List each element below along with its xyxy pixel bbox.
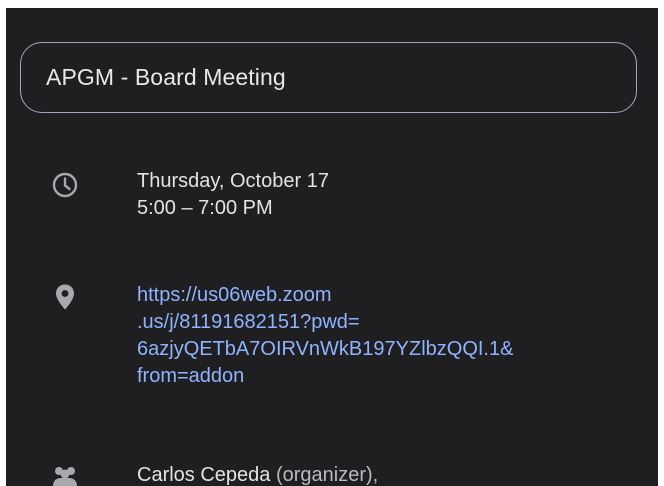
link-line-4: from=addon (137, 365, 245, 387)
zoom-link[interactable]: https://us06web.zoom .us/j/81191682151?p… (137, 282, 513, 390)
organizer-name[interactable]: Carlos Cepeda (137, 464, 270, 486)
clock-icon (52, 172, 78, 198)
link-line-3: 6azjyQETbA7OIRVnWkB197YZlbzQQI.1& (137, 338, 514, 360)
event-details-panel: APGM - Board Meeting Thursday, October 1… (6, 8, 658, 486)
link-line-1: https://us06web.zoom (137, 284, 332, 306)
organizer-label: (organizer), (270, 464, 379, 486)
people-icon (53, 467, 77, 486)
event-title-field[interactable]: APGM - Board Meeting (20, 42, 637, 113)
event-date: Thursday, October 17 (137, 170, 329, 192)
datetime-text: Thursday, October 17 5:00 – 7:00 PM (137, 168, 329, 222)
event-title: APGM - Board Meeting (46, 64, 286, 90)
event-time: 5:00 – 7:00 PM (137, 197, 273, 219)
link-line-2: .us/j/81191682151?pwd= (137, 311, 360, 333)
location-pin-icon (56, 284, 74, 310)
guests-text: Carlos Cepeda (organizer), (137, 462, 378, 486)
